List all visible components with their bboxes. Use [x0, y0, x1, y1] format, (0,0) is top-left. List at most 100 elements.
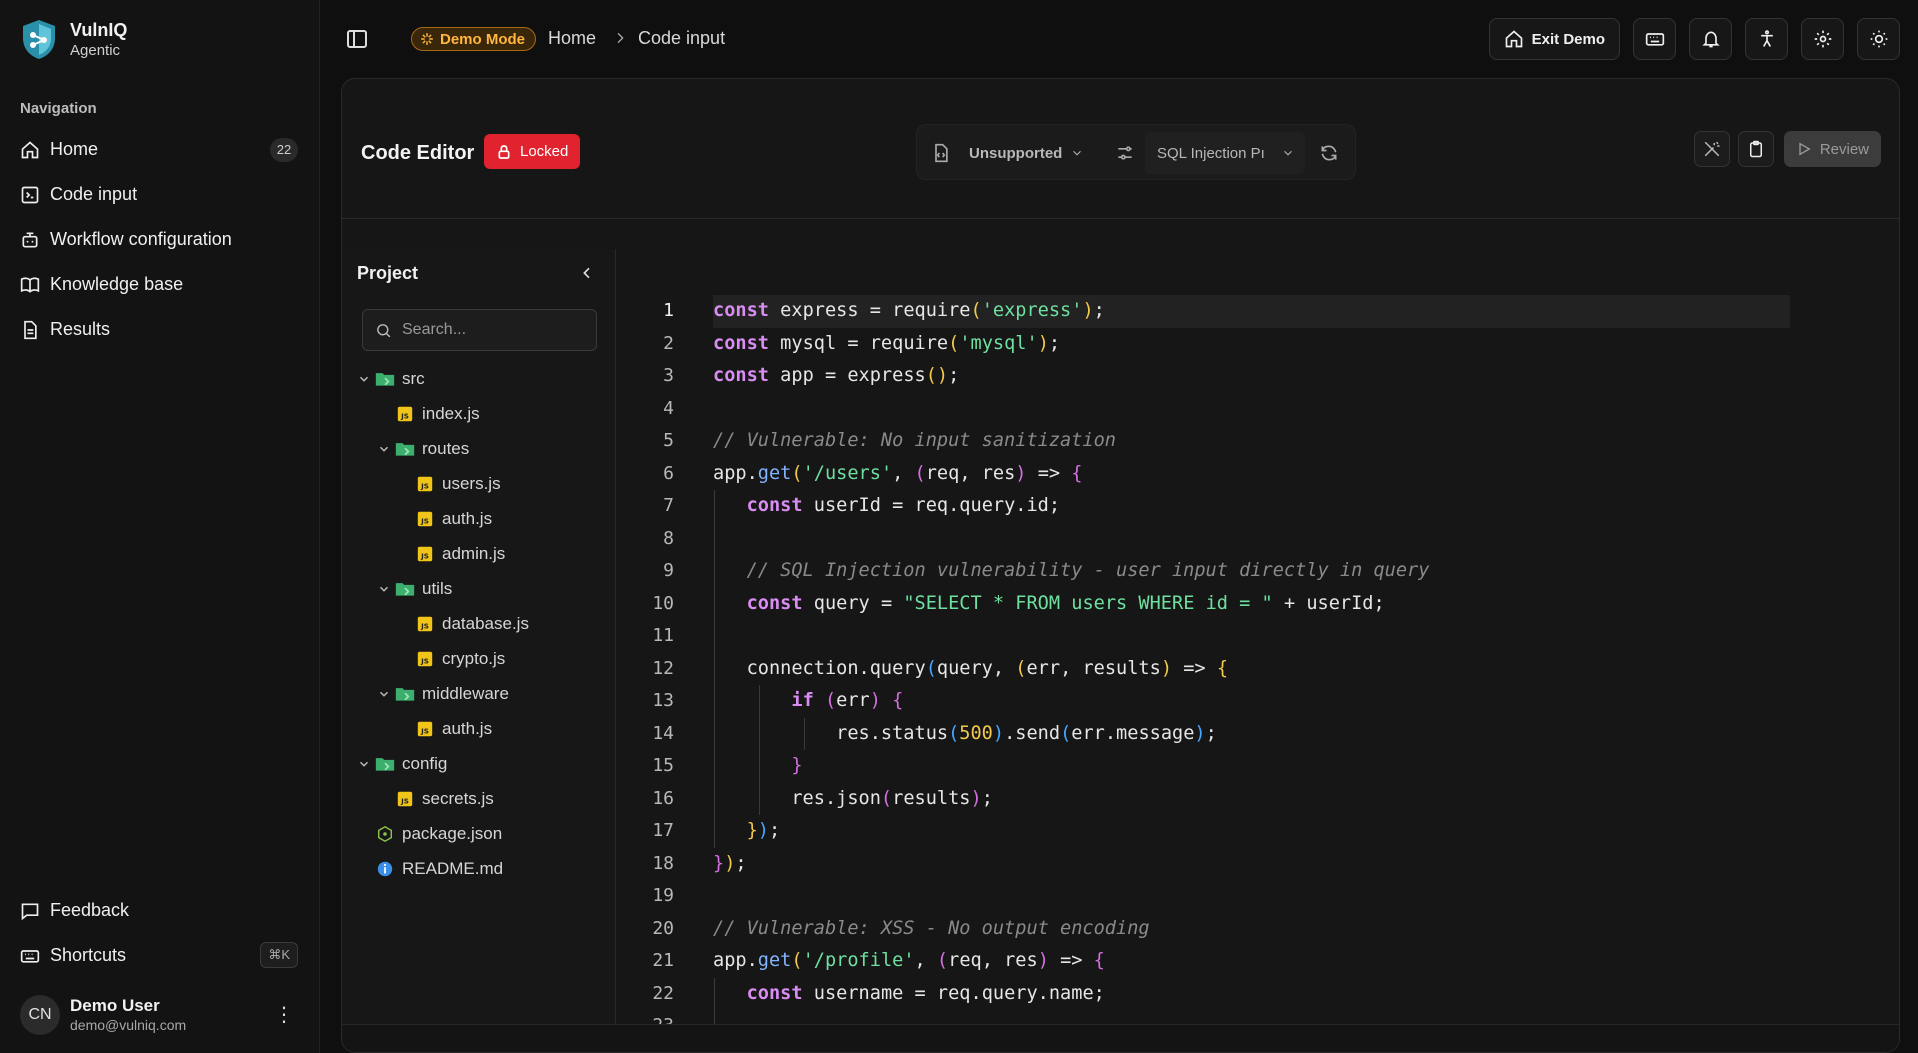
code-line[interactable]: 21 app.get('/profile', (req, res) => {	[617, 945, 1899, 978]
line-number: 7	[663, 495, 674, 516]
svg-text:JS: JS	[420, 551, 429, 560]
sidebar-item-label: Results	[50, 319, 111, 339]
code-line[interactable]: 17 });	[617, 815, 1899, 848]
chevron-left-icon[interactable]	[579, 265, 595, 281]
sidebar-item-knowledge-base[interactable]: Knowledge base	[20, 262, 298, 307]
sidebar-item-label: Feedback	[50, 900, 130, 920]
review-button[interactable]: Review	[1783, 131, 1881, 167]
code-line[interactable]: 13 if (err) {	[617, 685, 1899, 718]
file-name: crypto.js	[442, 648, 506, 668]
accessibility-button[interactable]	[1745, 18, 1788, 60]
tree-file[interactable]: JS secrets.js	[342, 781, 616, 816]
tree-file[interactable]: JS users.js	[342, 466, 616, 501]
tree-file[interactable]: JS crypto.js	[342, 641, 616, 676]
code-line[interactable]: 8	[617, 523, 1899, 556]
code-line[interactable]: 1 const express = require('express');	[617, 295, 1899, 328]
notifications-button[interactable]	[1689, 18, 1732, 60]
sidebar-item-shortcuts[interactable]: Shortcuts ⌘K	[20, 933, 298, 978]
more-vertical-icon[interactable]: ⋮	[274, 1003, 294, 1027]
tree-file[interactable]: JS auth.js	[342, 711, 616, 746]
code-line[interactable]: 9 // SQL Injection vulnerability - user …	[617, 555, 1899, 588]
tree-file[interactable]: JS database.js	[342, 606, 616, 641]
code-line[interactable]: 14 res.status(500).send(err.message);	[617, 718, 1899, 751]
tree-file[interactable]: JS index.js	[342, 396, 616, 431]
code-line[interactable]: 10 const query = "SELECT * FROM users WH…	[617, 588, 1899, 621]
sidebar-item-code-input[interactable]: Code input	[20, 172, 298, 217]
sidebar-item-workflow[interactable]: Workflow configuration	[20, 217, 298, 262]
code-text: const mysql = require('mysql');	[713, 332, 1061, 354]
tree-folder[interactable]: config	[342, 746, 616, 781]
code-line[interactable]: 19	[617, 880, 1899, 913]
code-line[interactable]: 5 // Vulnerable: No input sanitization	[617, 425, 1899, 458]
keyboard-button[interactable]	[1633, 18, 1676, 60]
line-number: 11	[652, 625, 674, 646]
clipboard-button[interactable]	[1737, 131, 1774, 167]
play-icon	[1799, 142, 1811, 156]
brand[interactable]: VulnIQ Agentic	[20, 18, 127, 60]
user-profile[interactable]: CN Demo User demo@vulniq.com ⋮	[20, 993, 298, 1037]
tree-file[interactable]: JS auth.js	[342, 501, 616, 536]
svg-text:JS: JS	[420, 726, 429, 735]
keyboard-icon	[1645, 33, 1664, 46]
code-line[interactable]: 2 const mysql = require('mysql');	[617, 328, 1899, 361]
tree-folder[interactable]: middleware	[342, 676, 616, 711]
tree-file[interactable]: JS admin.js	[342, 536, 616, 571]
code-line[interactable]: 12 connection.query(query, (err, results…	[617, 653, 1899, 686]
horizontal-scrollbar[interactable]	[342, 1024, 1899, 1052]
file-name: index.js	[422, 403, 480, 423]
line-number: 19	[652, 885, 674, 906]
code-line[interactable]: 6 app.get('/users', (req, res) => {	[617, 458, 1899, 491]
sliders-icon	[1118, 146, 1132, 160]
code-line[interactable]: 4	[617, 393, 1899, 426]
settings-button[interactable]	[1801, 18, 1844, 60]
code-line[interactable]: 11	[617, 620, 1899, 653]
theme-toggle-button[interactable]	[1857, 18, 1900, 60]
code-text: res.status(500).send(err.message);	[713, 722, 1217, 744]
code-line[interactable]: 22 const username = req.query.name;	[617, 978, 1899, 1011]
code-line[interactable]: 23	[617, 1010, 1899, 1024]
code-line[interactable]: 18});	[617, 848, 1899, 881]
tree-folder[interactable]: utils	[342, 571, 616, 606]
topbar: Demo Mode Home Code input Exit Demo	[321, 0, 1918, 78]
code-line[interactable]: 15 }	[617, 750, 1899, 783]
locked-badge: Locked	[484, 134, 581, 169]
exit-demo-button[interactable]: Exit Demo	[1488, 18, 1620, 60]
tree-file[interactable]: package.json	[342, 816, 616, 851]
svg-text:JS: JS	[400, 796, 409, 805]
sidebar-toggle-icon[interactable]	[345, 27, 369, 51]
document-icon	[24, 320, 37, 339]
demo-mode-label: Demo Mode	[440, 30, 526, 48]
magic-wand-button[interactable]	[1693, 131, 1730, 167]
javascript-file-icon: JS	[417, 616, 433, 631]
sidebar-item-feedback[interactable]: Feedback	[20, 888, 298, 933]
search-input[interactable]	[402, 321, 582, 339]
project-search[interactable]	[362, 309, 597, 351]
code-text: res.json(results);	[713, 787, 993, 809]
tree-file[interactable]: README.md	[342, 851, 616, 886]
sidebar-item-results[interactable]: Results	[20, 307, 298, 352]
code-area[interactable]: 1 const express = require('express'); 2 con…	[617, 219, 1899, 1024]
breadcrumb-home[interactable]: Home	[548, 28, 596, 49]
language-select[interactable]: Unsupported	[957, 132, 1087, 174]
code-line[interactable]: 20 // Vulnerable: XSS - No output encodin…	[617, 913, 1899, 946]
line-number: 21	[652, 950, 674, 971]
sun-icon	[1870, 30, 1887, 48]
code-text: });	[746, 820, 781, 841]
tree-folder[interactable]: src	[342, 361, 616, 396]
svg-text:JS: JS	[420, 516, 429, 525]
tree-folder[interactable]: routes	[342, 431, 616, 466]
code-line[interactable]: 7 const userId = req.query.id;	[617, 490, 1899, 523]
breadcrumb-current: Code input	[638, 28, 726, 48]
vulnerability-select[interactable]: SQL Injection Pı	[1145, 132, 1305, 174]
indent-guide	[714, 490, 715, 848]
line-number: 22	[652, 982, 674, 1004]
code-line[interactable]: 3 const app = express();	[617, 360, 1899, 393]
code-line[interactable]: 16 res.json(results);	[617, 783, 1899, 816]
indent-guide	[714, 977, 715, 1024]
refresh-icon[interactable]	[1319, 143, 1339, 163]
line-number: 5	[663, 430, 674, 451]
lock-icon	[498, 144, 510, 159]
file-name: config	[402, 753, 448, 773]
line-number: 16	[652, 787, 674, 809]
sidebar-item-home[interactable]: Home 22	[20, 127, 298, 172]
